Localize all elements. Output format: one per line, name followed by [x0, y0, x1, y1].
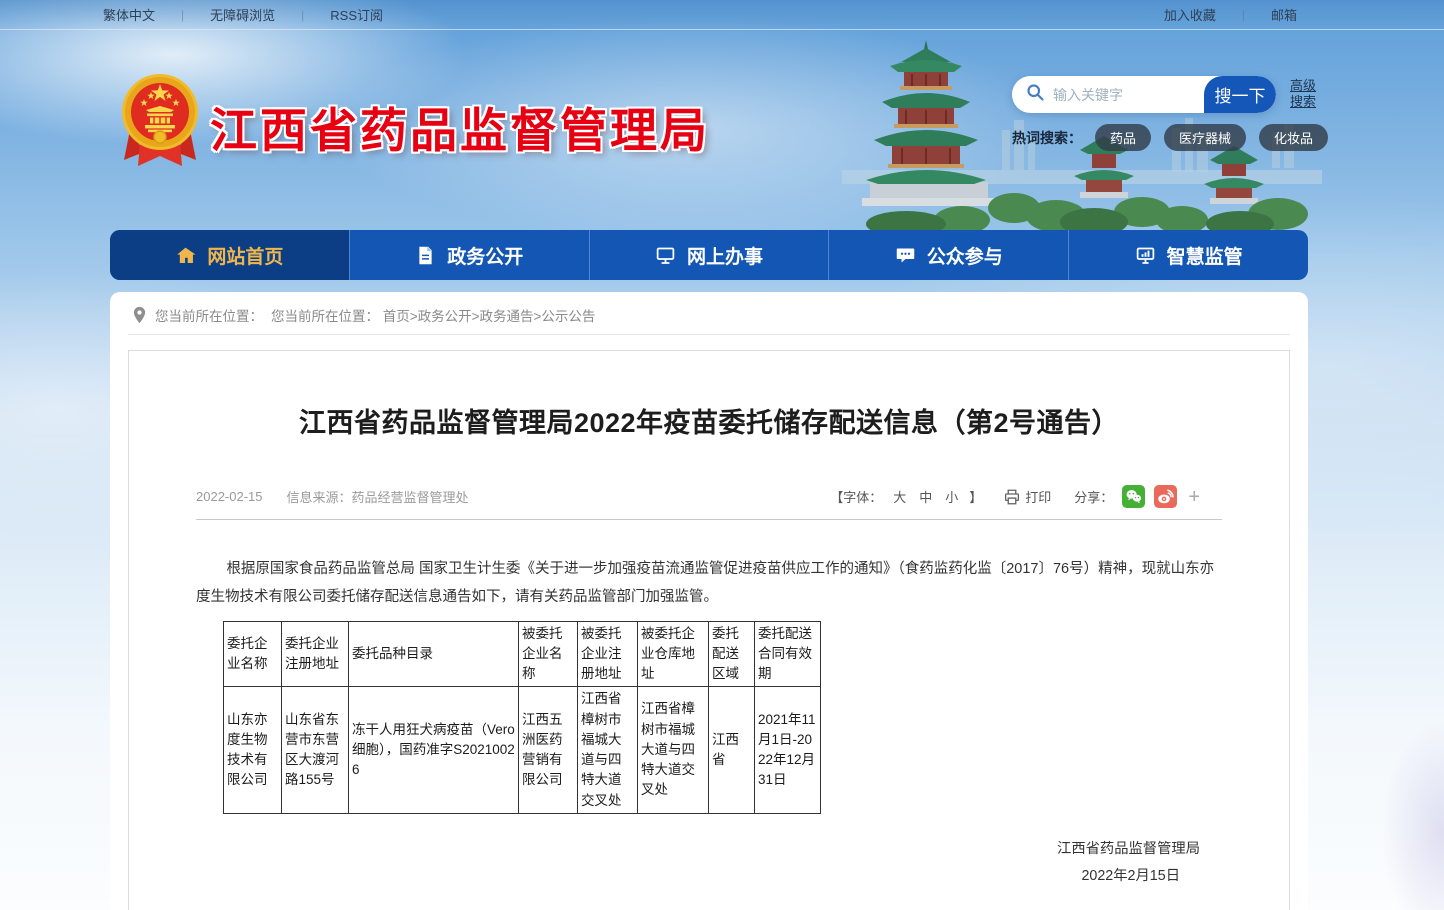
top-links-right: 加入收藏 | 邮箱: [1164, 5, 1297, 24]
share-more-button[interactable]: +: [1188, 487, 1200, 507]
article-title: 江西省药品监督管理局2022年疫苗委托储存配送信息（第2号通告）: [196, 401, 1222, 440]
hot-search-label: 热词搜索：: [1012, 128, 1082, 148]
search-input[interactable]: [1053, 87, 1204, 103]
table-header-cell: 委托品种目录: [349, 621, 519, 687]
link-mailbox[interactable]: 邮箱: [1271, 5, 1297, 24]
link-traditional-chinese[interactable]: 繁体中文: [103, 5, 155, 24]
print-button[interactable]: 打印: [1003, 487, 1051, 506]
monitor-icon: [655, 245, 676, 266]
printer-icon: [1003, 488, 1021, 506]
page: { "top_bar": { "left_links": ["繁体中文", "无…: [0, 0, 1444, 910]
divider: [128, 334, 1290, 335]
info-table: 委托企业名称 委托企业注册地址 委托品种目录 被委托企业名称 被委托企业注册地址…: [223, 621, 821, 814]
main-nav: 网站首页 政务公开 网上办事 公众参与 智慧监管: [110, 230, 1308, 280]
publish-date: 2022-02-15: [196, 489, 263, 504]
hot-word-medical-device[interactable]: 医疗器械: [1164, 124, 1246, 151]
signature-block: 江西省药品监督管理局 2022年2月15日: [196, 836, 1222, 890]
font-size-large[interactable]: 大: [893, 487, 906, 506]
article-meta-row: 2022-02-15 信息来源：药品经营监督管理处 【字体： 大 中 小 】 打…: [196, 485, 1222, 508]
home-icon: [175, 245, 196, 266]
font-size-medium[interactable]: 中: [919, 487, 932, 506]
search-button[interactable]: 搜一下: [1204, 76, 1276, 113]
weibo-share-icon[interactable]: [1154, 485, 1177, 508]
table-header-row: 委托企业名称 委托企业注册地址 委托品种目录 被委托企业名称 被委托企业注册地址…: [224, 621, 821, 687]
table-cell: 江西省樟树市福城大道与四特大道交叉处: [638, 687, 709, 814]
font-size-close-bracket: 】: [969, 487, 982, 506]
site-title: 江西省药品监督管理局: [210, 92, 710, 161]
content-panel: 您当前所在位置： 您当前所在位置： 首页>政务公开>政务通告>公示公告 江西省药…: [110, 292, 1308, 910]
national-emblem-logo: [118, 68, 202, 172]
breadcrumb-prefix: 您当前所在位置：: [155, 305, 263, 325]
table-header-cell: 委托配送区域: [709, 621, 755, 687]
table-header-cell: 被委托企业注册地址: [578, 621, 638, 687]
table-cell: 江西省樟树市福城大道与四特大道交叉处: [578, 687, 638, 814]
info-source: 信息来源：药品经营监督管理处: [287, 487, 469, 506]
font-size-open-bracket: 【字体：: [830, 487, 882, 506]
signature-date: 2022年2月15日: [196, 863, 1222, 890]
breadcrumb: 您当前所在位置： 您当前所在位置： 首页>政务公开>政务通告>公示公告: [110, 292, 1308, 334]
link-accessibility[interactable]: 无障碍浏览: [210, 5, 275, 24]
print-label: 打印: [1025, 487, 1051, 506]
chat-bubble-icon: [895, 245, 916, 266]
divider: [196, 519, 1222, 520]
table-header-cell: 委托配送合同有效期: [755, 621, 821, 687]
breadcrumb-path[interactable]: 您当前所在位置： 首页>政务公开>政务通告>公示公告: [271, 305, 595, 325]
table-cell: 山东亦度生物技术有限公司: [224, 687, 282, 814]
divider: |: [1242, 8, 1245, 22]
article-meta-left: 2022-02-15 信息来源：药品经营监督管理处: [196, 487, 469, 506]
article-body: 根据原国家食品药品监管总局 国家卫生计生委《关于进一步加强疫苗流通监管促进疫苗供…: [196, 555, 1222, 612]
table-row: 山东亦度生物技术有限公司 山东省东营市东营区大渡河路155号 冻干人用狂犬病疫苗…: [224, 687, 821, 814]
nav-item-label: 智慧监管: [1167, 242, 1243, 269]
document-icon: [415, 245, 436, 266]
nav-item-gov-affairs[interactable]: 政务公开: [349, 230, 589, 280]
table-cell: 江西五洲医药营销有限公司: [519, 687, 578, 814]
chart-monitor-icon: [1135, 245, 1156, 266]
nav-item-smart-supervision[interactable]: 智慧监管: [1068, 230, 1308, 280]
top-utility-bar: 繁体中文 | 无障碍浏览 | RSS订阅 加入收藏 | 邮箱: [0, 0, 1444, 30]
wechat-share-icon[interactable]: [1122, 485, 1145, 508]
table-header-cell: 委托企业名称: [224, 621, 282, 687]
hot-word-drug[interactable]: 药品: [1095, 124, 1151, 151]
signature-agency: 江西省药品监督管理局: [196, 836, 1222, 863]
article: 江西省药品监督管理局2022年疫苗委托储存配送信息（第2号通告） 2022-02…: [128, 350, 1290, 910]
table-cell: 冻干人用狂犬病疫苗（Vero细胞），国药准字S20210026: [349, 687, 519, 814]
hot-search-row: 热词搜索： 药品 医疗器械 化妆品: [1012, 124, 1328, 151]
site-header: 江西省药品监督管理局 搜一下 高级 搜索 热词搜索： 药品 医疗器械 化妆品: [0, 30, 1444, 230]
link-rss[interactable]: RSS订阅: [330, 5, 383, 24]
nav-item-label: 网上办事: [687, 242, 763, 269]
divider: |: [301, 8, 304, 22]
nav-item-public-participation[interactable]: 公众参与: [828, 230, 1068, 280]
table-cell: 2021年11月1日-2022年12月31日: [755, 687, 821, 814]
table-header-cell: 被委托企业仓库地址: [638, 621, 709, 687]
share-label: 分享：: [1074, 487, 1113, 506]
search-icon: [1025, 82, 1045, 107]
divider: |: [181, 8, 184, 22]
nav-item-label: 网站首页: [207, 242, 283, 269]
search-box: 搜一下 高级 搜索: [1012, 76, 1276, 113]
location-pin-icon: [132, 306, 147, 324]
nav-item-label: 政务公开: [447, 242, 523, 269]
top-links-left: 繁体中文 | 无障碍浏览 | RSS订阅: [103, 5, 383, 24]
table-header-cell: 委托企业注册地址: [282, 621, 349, 687]
search-area: 搜一下 高级 搜索 热词搜索： 药品 医疗器械 化妆品: [1012, 76, 1328, 151]
corner-decoration: [1384, 650, 1444, 910]
nav-item-online-services[interactable]: 网上办事: [589, 230, 829, 280]
nav-item-home[interactable]: 网站首页: [110, 230, 349, 280]
table-header-cell: 被委托企业名称: [519, 621, 578, 687]
article-meta-right: 【字体： 大 中 小 】 打印 分享：: [830, 485, 1200, 508]
hot-word-cosmetics[interactable]: 化妆品: [1259, 124, 1328, 151]
table-cell: 山东省东营市东营区大渡河路155号: [282, 687, 349, 814]
link-add-favorite[interactable]: 加入收藏: [1164, 5, 1216, 24]
font-size-small[interactable]: 小: [945, 487, 958, 506]
nav-item-label: 公众参与: [927, 242, 1003, 269]
table-cell: 江西省: [709, 687, 755, 814]
